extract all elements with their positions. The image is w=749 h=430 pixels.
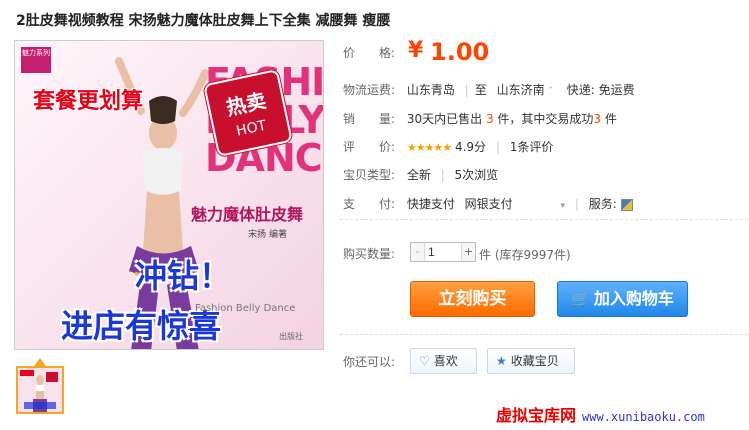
service-label: 服务: (588, 197, 617, 211)
star-icon: ★ (496, 354, 507, 368)
stock-info: 件 (库存9997件) (479, 248, 571, 262)
payment-option-2: 网银支付 (464, 197, 513, 211)
product-title: 2肚皮舞视频教程 宋扬魅力魔体肚皮舞上下全集 减腰舞 瘦腰 (16, 13, 391, 29)
shipping-label: 物流运费: (343, 83, 396, 97)
price-label: 价 格: (343, 46, 396, 60)
add-to-cart-label: 加入购物车 (593, 289, 674, 308)
rating-count-link[interactable]: 1条评价 (510, 140, 554, 154)
like-button[interactable]: ♡ 喜欢 (410, 348, 477, 374)
price-currency: ¥ (408, 38, 424, 63)
series-logo: 魅力系列 (21, 47, 51, 73)
quantity-row: 购买数量: (343, 245, 403, 262)
sales-mid: 件，其中交易成功 (497, 112, 594, 126)
overlay-line-1: 冲钻！ (135, 257, 232, 295)
ship-to-select[interactable]: 山东济南 (497, 83, 545, 97)
cart-icon: 🛒 (571, 290, 590, 308)
favorite-label: 收藏宝贝 (510, 354, 559, 368)
sales-prefix: 30天内已售出 (406, 112, 483, 126)
shipping-row: 物流运费: 山东青岛 | 至 山东济南 ˇ 快递: 免运费 (343, 81, 635, 98)
sales-suffix: 件 (604, 112, 617, 126)
service-guarantee-icon[interactable] (620, 198, 633, 211)
rating-label: 评 价: (343, 140, 396, 154)
cover-book-title: 魅力魔体肚皮舞 (190, 205, 303, 224)
ship-divider: | (464, 83, 469, 97)
section-divider (340, 219, 748, 220)
ship-to-sep: 至 (474, 83, 487, 97)
type-divider: | (440, 168, 445, 182)
watermark-cn: 虚拟宝库网 (496, 406, 577, 425)
payment-expand-icon[interactable]: ▾ (561, 201, 566, 211)
heart-icon: ♡ (419, 354, 430, 368)
buy-now-button[interactable]: 立刻购买 (410, 281, 535, 317)
quantity-decrease-button[interactable]: - (411, 243, 425, 261)
chevron-down-icon[interactable]: ˇ (548, 87, 553, 97)
thumbnail-selector-arrow (34, 358, 46, 366)
payment-divider: | (574, 197, 579, 211)
sales-count: 3 (485, 112, 494, 126)
rating-divider: | (495, 140, 500, 154)
cover-author: 宋扬 编著 (248, 230, 287, 240)
type-label: 宝贝类型: (343, 168, 396, 182)
also-row: 你还可以: (343, 353, 403, 370)
payment-option-1: 快捷支付 (406, 197, 455, 211)
cover-publisher: 出版社 (279, 332, 303, 341)
watermark-url: www.xunibaoku.com (582, 410, 705, 424)
product-thumbnail[interactable] (16, 366, 64, 414)
type-row: 宝贝类型: 全新 | 5次浏览 (343, 166, 498, 183)
thumbnail-image (18, 368, 62, 412)
product-main-image[interactable]: 魅力系列 FASHION BELLY DANCE 套餐更划算 热卖 HOT 魅力… (14, 40, 324, 350)
section-divider-2 (340, 334, 748, 335)
also-label: 你还可以: (343, 355, 396, 369)
ship-fee: 快递: 免运费 (566, 83, 635, 97)
sales-row: 销 量: 30天内已售出 3 件，其中交易成功3 件 (343, 110, 617, 127)
rating-score: 4.9分 (454, 140, 487, 154)
site-watermark: 虚拟宝库网 www.xunibaoku.com (496, 402, 705, 426)
quantity-label: 购买数量: (343, 247, 396, 261)
quantity-input[interactable] (426, 243, 462, 261)
sales-label: 销 量: (343, 112, 396, 126)
add-to-cart-button[interactable]: 🛒 加入购物车 (557, 281, 688, 317)
quantity-stepper[interactable]: - + (410, 242, 476, 262)
payment-label: 支 付: (343, 197, 396, 211)
rating-row: 评 价: ★★★★★ 4.9分 | 1条评价 (343, 138, 553, 155)
type-value: 全新 (406, 168, 431, 182)
like-label: 喜欢 (433, 354, 458, 368)
promo-text: 套餐更划算 (33, 89, 144, 114)
cover-subtitle-en: Fashion Belly Dance (195, 303, 296, 314)
rating-stars-icon: ★★★★★ (406, 141, 452, 154)
price-row: 价 格: (343, 44, 403, 61)
quantity-increase-button[interactable]: + (461, 243, 475, 261)
payment-row: 支 付: 快捷支付 网银支付 ▾ | 服务: (343, 195, 633, 212)
view-count: 5次浏览 (454, 168, 499, 182)
hot-badge: 热卖 HOT (203, 68, 293, 158)
favorite-button[interactable]: ★ 收藏宝贝 (487, 348, 575, 374)
ship-from: 山东青岛 (406, 83, 455, 97)
price-value: 1.00 (430, 38, 490, 66)
sales-success: 3 (593, 112, 602, 126)
